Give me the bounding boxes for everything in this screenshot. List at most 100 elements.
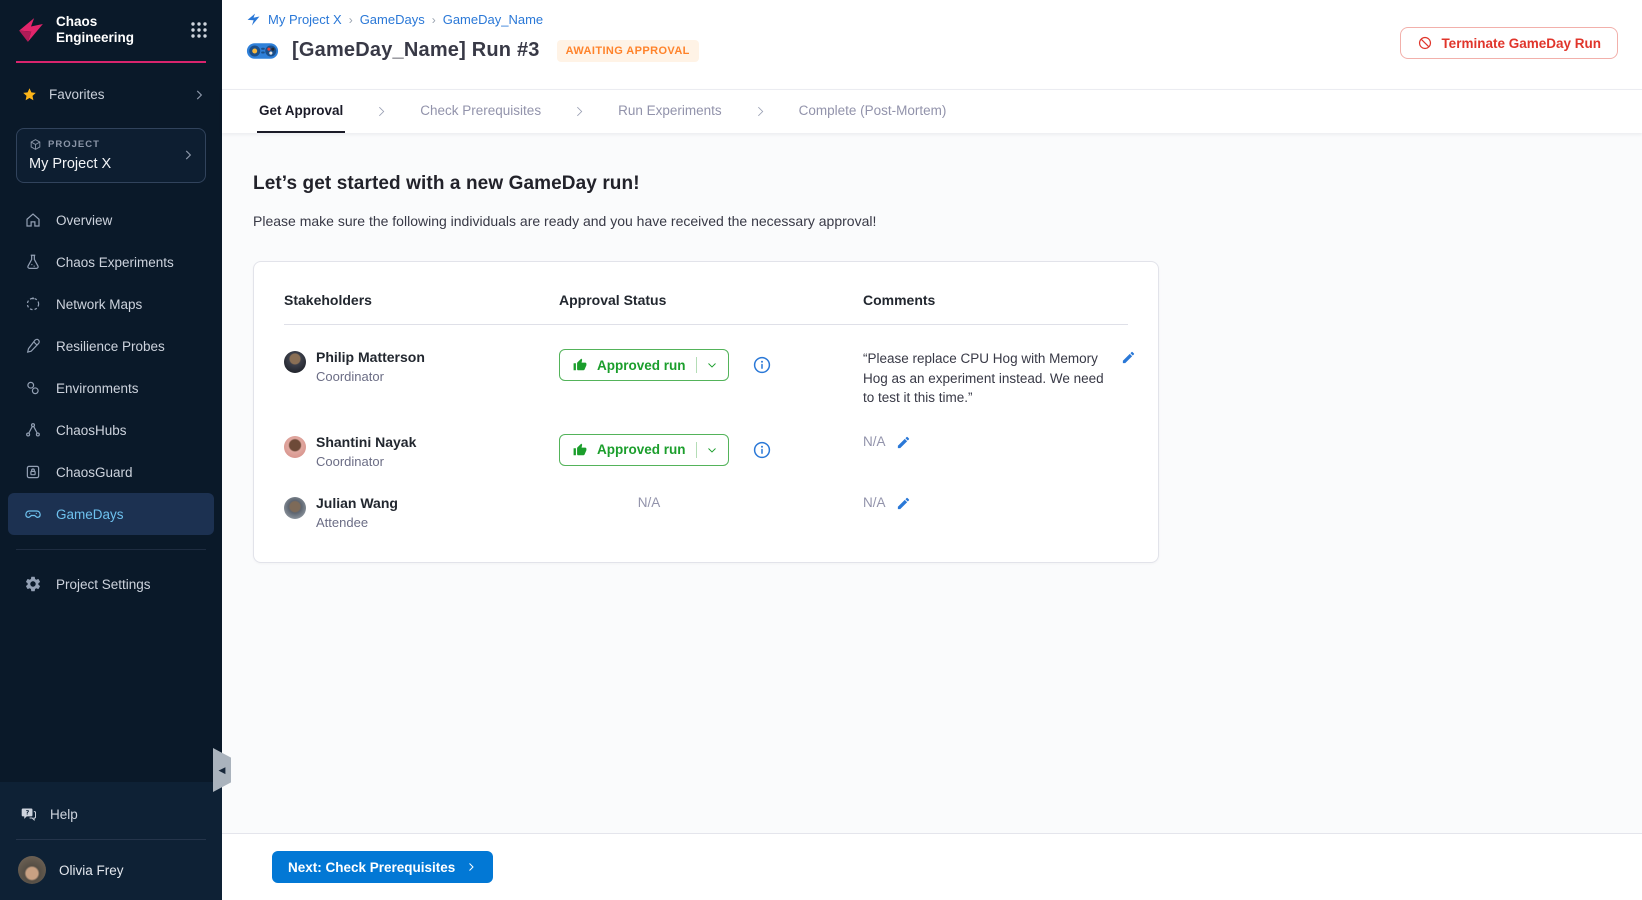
edit-pencil-icon[interactable] <box>1121 350 1136 365</box>
column-stakeholders: Stakeholders <box>284 292 559 308</box>
help-button[interactable]: ? Help <box>0 796 222 833</box>
table-header: Stakeholders Approval Status Comments <box>284 292 1128 325</box>
comment-cell: “Please replace CPU Hog with Memory Hog … <box>863 349 1136 408</box>
content-area: Let’s get started with a new GameDay run… <box>222 133 1642 833</box>
info-icon[interactable] <box>753 441 771 459</box>
table-row: Shantini Nayak Coordinator Approved run <box>284 426 1128 485</box>
lock-icon <box>24 463 42 481</box>
stakeholder-role: Coordinator <box>316 454 416 469</box>
step-chevron-icon <box>375 90 388 133</box>
content-subheading: Please make sure the following individua… <box>253 213 1642 229</box>
project-info: PROJECT My Project X <box>29 138 181 172</box>
sidebar-item-chaoshubs[interactable]: ChaosHubs <box>0 409 222 451</box>
next-check-prerequisites-button[interactable]: Next: Check Prerequisites <box>272 851 493 883</box>
avatar <box>284 351 306 373</box>
chevron-right-icon <box>192 88 206 102</box>
probe-icon <box>24 337 42 355</box>
thumbs-up-icon <box>573 358 587 372</box>
dropdown-divider <box>696 442 697 458</box>
column-approval-status: Approval Status <box>559 292 863 308</box>
table-row: Philip Matterson Coordinator Approved ru… <box>284 325 1128 426</box>
svg-text:?: ? <box>26 809 30 817</box>
breadcrumb-gamedays[interactable]: GameDays <box>360 12 425 27</box>
hub-icon <box>24 421 42 439</box>
flask-icon <box>24 253 42 271</box>
stepper: Get Approval Check Prerequisites Run Exp… <box>222 89 1642 133</box>
approval-dropdown[interactable]: Approved run <box>559 434 729 466</box>
brand-title: Chaos Engineering <box>56 14 190 45</box>
stakeholder-role: Coordinator <box>316 369 425 384</box>
step-chevron-icon <box>754 90 767 133</box>
stakeholder-cell: Julian Wang Attendee <box>284 495 559 530</box>
breadcrumb-gameday-name[interactable]: GameDay_Name <box>443 12 543 27</box>
chevron-down-icon <box>706 359 718 371</box>
step-check-prerequisites[interactable]: Check Prerequisites <box>418 90 543 133</box>
sidebar-item-project-settings[interactable]: Project Settings <box>0 564 222 604</box>
sidebar-nav: Overview Chaos Experiments Network Maps … <box>0 199 222 535</box>
project-label: PROJECT <box>48 139 100 150</box>
edit-pencil-icon[interactable] <box>896 496 911 511</box>
gamepad-icon <box>24 505 42 523</box>
approval-status-text: N/A <box>638 495 661 510</box>
chaos-engineering-logo-icon <box>16 15 46 45</box>
stakeholder-role: Attendee <box>316 515 398 530</box>
breadcrumb: My Project X › GameDays › GameDay_Name <box>246 12 1642 27</box>
environments-icon <box>24 379 42 397</box>
brand-title-line2: Engineering <box>56 30 190 46</box>
info-icon[interactable] <box>753 356 771 374</box>
user-name: Olivia Frey <box>59 863 124 878</box>
brand-row: Chaos Engineering <box>0 0 222 57</box>
home-icon <box>24 211 42 229</box>
stakeholder-name: Julian Wang <box>316 495 398 511</box>
step-chevron-icon <box>573 90 586 133</box>
sidebar-item-chaos-experiments[interactable]: Chaos Experiments <box>0 241 222 283</box>
step-get-approval[interactable]: Get Approval <box>257 90 345 133</box>
comment-text: N/A <box>863 434 886 449</box>
main-area: My Project X › GameDays › GameDay_Name <box>222 0 1642 900</box>
approval-cell: Approved run <box>559 349 863 381</box>
cube-icon <box>29 138 42 151</box>
module-grid-icon[interactable] <box>190 21 208 39</box>
step-complete-post-mortem[interactable]: Complete (Post-Mortem) <box>797 90 949 133</box>
favorites-label: Favorites <box>49 87 192 102</box>
breadcrumb-project[interactable]: My Project X <box>268 12 342 27</box>
terminate-gameday-button[interactable]: Terminate GameDay Run <box>1400 27 1618 59</box>
page-title: [GameDay_Name] Run #3 <box>292 39 540 62</box>
ban-icon <box>1417 35 1433 51</box>
sidebar-item-network-maps[interactable]: Network Maps <box>0 283 222 325</box>
sidebar-item-gamedays[interactable]: GameDays <box>8 493 214 535</box>
help-chat-icon: ? <box>20 806 37 823</box>
status-badge: AWAITING APPROVAL <box>557 40 699 62</box>
page-footer: Next: Check Prerequisites <box>222 833 1642 900</box>
sidebar-bottom: ? Help Olivia Frey <box>0 782 222 900</box>
breadcrumb-logo-icon <box>246 12 261 27</box>
sidebar-item-chaosguard[interactable]: ChaosGuard <box>0 451 222 493</box>
network-icon <box>24 295 42 313</box>
stakeholder-cell: Philip Matterson Coordinator <box>284 349 559 384</box>
user-menu[interactable]: Olivia Frey <box>0 846 222 900</box>
app-root: Chaos Engineering Favorites <box>0 0 1642 900</box>
sidebar-item-resilience-probes[interactable]: Resilience Probes <box>0 325 222 367</box>
comment-text: N/A <box>863 495 886 510</box>
gamepad-emoji-icon <box>246 40 279 62</box>
project-selector[interactable]: PROJECT My Project X <box>16 128 206 183</box>
comment-cell: N/A <box>863 434 1128 450</box>
star-icon <box>22 87 37 102</box>
sidebar-bottom-divider <box>16 839 206 840</box>
user-avatar <box>18 856 46 884</box>
sidebar-item-overview[interactable]: Overview <box>0 199 222 241</box>
step-run-experiments[interactable]: Run Experiments <box>616 90 724 133</box>
chevron-down-icon <box>706 444 718 456</box>
sidebar-item-environments[interactable]: Environments <box>0 367 222 409</box>
comment-cell: N/A <box>863 495 1128 511</box>
project-name: My Project X <box>29 156 181 172</box>
stakeholder-name: Shantini Nayak <box>316 434 416 450</box>
breadcrumb-separator: › <box>349 13 353 27</box>
sidebar: Chaos Engineering Favorites <box>0 0 222 900</box>
edit-pencil-icon[interactable] <box>896 435 911 450</box>
sidebar-favorites[interactable]: Favorites <box>0 63 222 102</box>
avatar <box>284 436 306 458</box>
sidebar-divider <box>16 549 206 550</box>
chevron-right-icon <box>465 861 477 873</box>
approval-dropdown[interactable]: Approved run <box>559 349 729 381</box>
